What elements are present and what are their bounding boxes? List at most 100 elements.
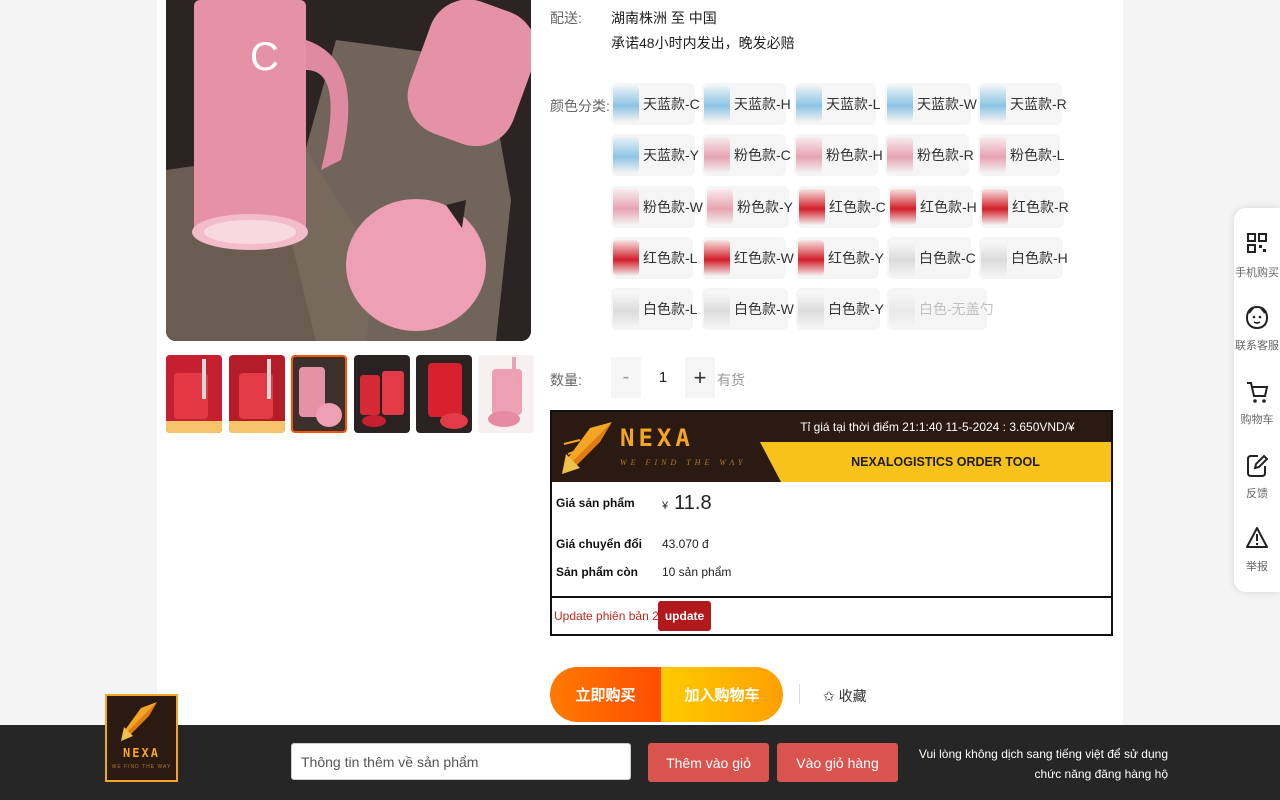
color-option-label: 粉色款-L: [1010, 147, 1065, 163]
price-value: ¥11.8: [662, 492, 712, 515]
color-option[interactable]: 天蓝款-W: [885, 83, 977, 125]
buy-now-button[interactable]: 立即购买: [550, 667, 661, 722]
color-swatch: [980, 86, 1006, 122]
converted-price-value: 43.070 đ: [662, 537, 709, 551]
color-option[interactable]: 红色款-C: [797, 186, 886, 228]
shipping-label: 配送:: [550, 10, 582, 26]
product-info-input[interactable]: [291, 743, 631, 780]
color-option[interactable]: 白色款-C: [887, 237, 976, 279]
divider: [552, 596, 1111, 598]
float-item-feedback[interactable]: 反馈: [1234, 453, 1280, 501]
color-option[interactable]: 红色款-R: [980, 186, 1069, 228]
add-to-cart-tool-button[interactable]: Thêm vào giỏ: [648, 743, 769, 782]
float-item-customer-service[interactable]: 联系客服: [1234, 305, 1280, 353]
color-option[interactable]: 红色款-Y: [796, 237, 884, 279]
color-option[interactable]: 粉色款-W: [611, 186, 703, 228]
color-option[interactable]: 天蓝款-Y: [611, 134, 699, 176]
color-option[interactable]: 白色款-W: [702, 288, 794, 330]
color-option[interactable]: 红色款-H: [888, 186, 977, 228]
thumbnail-3[interactable]: [291, 355, 347, 433]
quantity-increase-button[interactable]: +: [685, 357, 715, 398]
color-option[interactable]: 天蓝款-H: [702, 83, 791, 125]
favorite-button[interactable]: ✩ 收藏: [823, 686, 867, 706]
quantity-input[interactable]: 1: [644, 357, 682, 398]
color-swatch: [887, 86, 913, 122]
logo-tagline: WE FIND THE WAY: [111, 764, 172, 770]
exchange-rate-text: Tỉ giá tại thời điểm 21:1:40 11-5-2024 :…: [800, 420, 1075, 434]
thumbnail-4[interactable]: [354, 355, 410, 433]
price-label: Giá sản phẩm: [556, 496, 635, 510]
svg-text:C: C: [250, 35, 279, 79]
color-label: 颜色分类:: [550, 98, 610, 114]
color-option[interactable]: 天蓝款-L: [794, 83, 880, 125]
order-tool-panel: NEXA WE FIND THE WAY Tỉ giá tại thời điể…: [550, 410, 1113, 636]
color-option-label: 天蓝款-Y: [643, 147, 699, 163]
color-option[interactable]: 天蓝款-C: [611, 83, 700, 125]
color-option-label: 红色款-L: [643, 250, 698, 266]
product-thumbnails: [166, 355, 534, 433]
shipping-route: 湖南株洲 至 中国: [611, 10, 717, 26]
color-option-label: 粉色款-H: [826, 147, 883, 163]
translation-warning: Vui lòng không dịch sang tiếng việt để s…: [918, 747, 1168, 781]
color-option[interactable]: 粉色款-Y: [705, 186, 793, 228]
update-button[interactable]: update: [658, 601, 711, 631]
color-option-label: 红色款-R: [1012, 199, 1069, 215]
add-to-cart-button[interactable]: 加入购物车: [661, 667, 783, 722]
purchase-actions: 立即购买 加入购物车: [550, 667, 783, 722]
shipping-promise: 承诺48小时内发出，晚发必赔: [611, 35, 795, 51]
go-to-cart-button[interactable]: Vào giỏ hàng: [777, 743, 898, 782]
float-item-mobile-buy[interactable]: 手机购买: [1234, 232, 1280, 280]
color-option[interactable]: 天蓝款-R: [978, 83, 1067, 125]
float-item-report[interactable]: 举报: [1234, 526, 1280, 574]
color-option: 白色-无盖勺: [887, 288, 994, 330]
order-tool-header: NEXA WE FIND THE WAY Tỉ giá tại thời điể…: [552, 412, 1111, 482]
nexa-logo[interactable]: NEXA WE FIND THE WAY: [105, 694, 178, 782]
order-tool-title: NEXALOGISTICS ORDER TOOL: [760, 442, 1111, 482]
color-option-label: 天蓝款-L: [826, 96, 881, 112]
qr-code-icon: [1247, 233, 1267, 253]
thumbnail-6[interactable]: [478, 355, 534, 433]
color-option-label: 红色款-C: [829, 199, 886, 215]
color-option[interactable]: 粉色款-C: [702, 134, 791, 176]
color-swatch: [613, 86, 639, 122]
color-option-label: 粉色款-R: [917, 147, 974, 163]
brand-name: NEXA: [620, 424, 694, 452]
float-label: 举报: [1246, 561, 1268, 573]
version-text: Update phiên bản 2.0: [554, 609, 669, 623]
color-option-label: 白色款-C: [919, 250, 976, 266]
color-option-label: 红色款-H: [920, 199, 977, 215]
color-option-label: 天蓝款-C: [643, 96, 700, 112]
color-option[interactable]: 白色款-Y: [796, 288, 884, 330]
quantity-stepper: - 1 +: [611, 357, 715, 398]
currency-symbol: ¥: [662, 500, 669, 512]
color-option[interactable]: 白色款-H: [979, 237, 1068, 279]
color-swatch: [704, 291, 730, 327]
thumbnail-1[interactable]: [166, 355, 222, 433]
color-option-label: 粉色款-Y: [737, 199, 793, 215]
color-option[interactable]: 红色款-W: [702, 237, 794, 279]
color-option-label: 天蓝款-R: [1010, 96, 1067, 112]
thumbnail-2[interactable]: [229, 355, 285, 433]
quantity-decrease-button[interactable]: -: [611, 357, 641, 398]
color-option-label: 白色款-L: [643, 301, 698, 317]
color-option-label: 白色款-Y: [828, 301, 884, 317]
float-item-cart[interactable]: 购物车: [1234, 379, 1280, 427]
color-option[interactable]: 粉色款-H: [794, 134, 883, 176]
rocket-logo-icon: [121, 702, 157, 741]
color-option[interactable]: 粉色款-R: [885, 134, 974, 176]
thumbnail-5[interactable]: [416, 355, 472, 433]
feedback-icon: [1247, 454, 1268, 477]
color-swatch: [704, 240, 730, 276]
color-option[interactable]: 白色款-L: [611, 288, 697, 330]
color-swatch: [798, 240, 824, 276]
product-main-image[interactable]: C: [166, 0, 531, 341]
color-option[interactable]: 粉色款-L: [978, 134, 1064, 176]
stock-status: 有货: [717, 372, 745, 388]
color-option-label: 粉色款-W: [643, 199, 703, 215]
color-swatch: [613, 240, 639, 276]
color-swatch: [796, 86, 822, 122]
float-label: 联系客服: [1235, 340, 1279, 352]
color-swatch: [980, 137, 1006, 173]
color-option[interactable]: 红色款-L: [611, 237, 697, 279]
float-label: 反馈: [1246, 488, 1268, 500]
